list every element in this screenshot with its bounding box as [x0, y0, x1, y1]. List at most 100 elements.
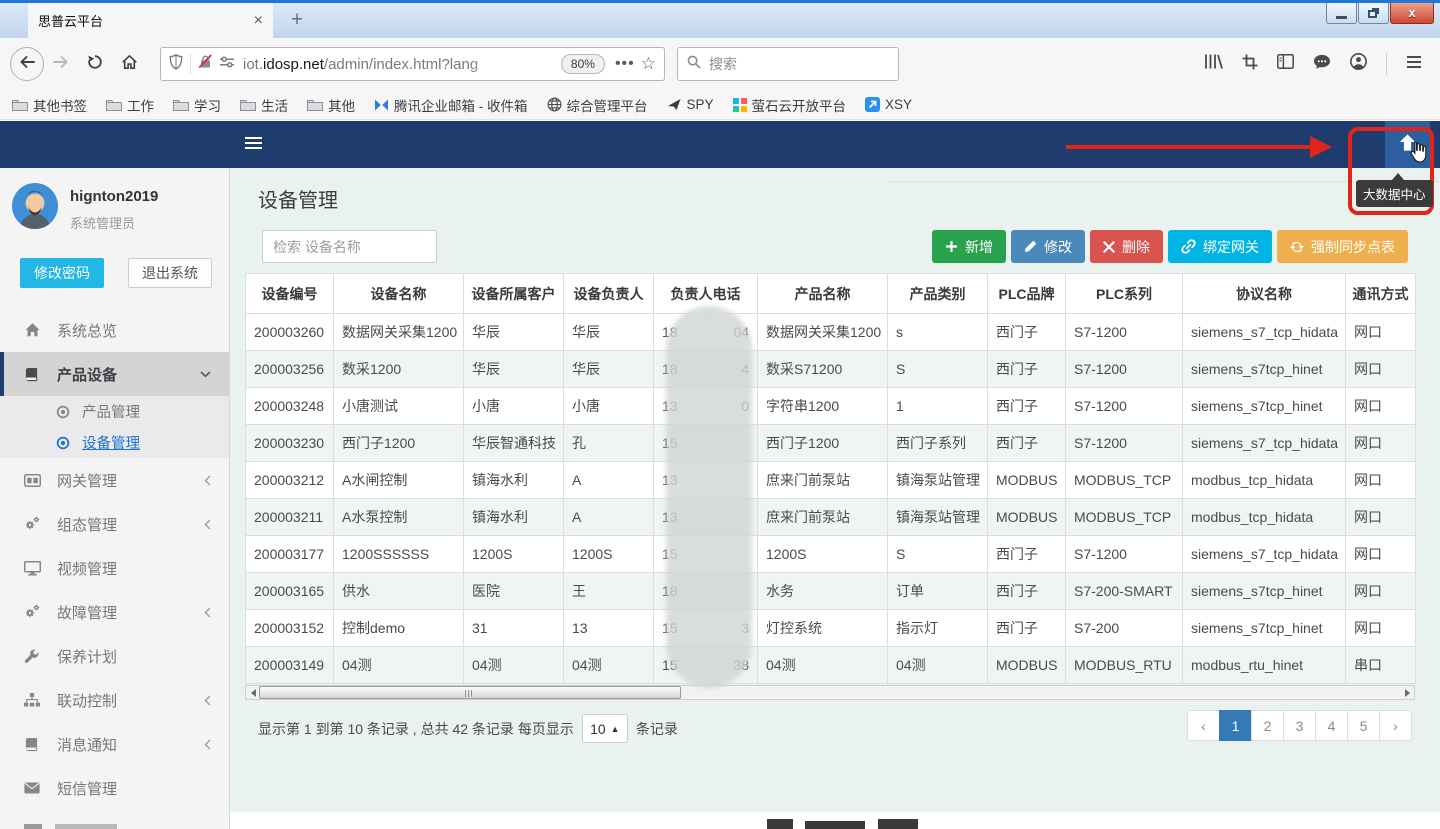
tab-close-icon[interactable]: ×	[254, 12, 263, 30]
column-header[interactable]: 设备所属客户	[464, 274, 564, 314]
sidebar-item-sms-management[interactable]: 短信管理	[0, 766, 229, 810]
url-bar[interactable]: iot.idosp.net/admin/index.html?lang 80% …	[160, 47, 665, 81]
sidebar-item-product-device[interactable]: 产品设备	[0, 352, 229, 396]
add-button[interactable]: 新增	[932, 230, 1006, 263]
screenshot-icon[interactable]	[1242, 54, 1258, 75]
home-icon	[24, 322, 44, 338]
bookmark-work[interactable]: 工作	[106, 95, 154, 115]
reload-button[interactable]	[78, 47, 112, 81]
pager-prev[interactable]: ‹	[1187, 710, 1220, 741]
bookmark-ys7-open-platform[interactable]: 萤石云开放平台	[733, 95, 847, 115]
change-password-button[interactable]: 修改密码	[20, 258, 104, 288]
column-header[interactable]: 产品名称	[758, 274, 888, 314]
sidebar-toggle-button[interactable]	[245, 137, 262, 152]
table-cell: 200003152	[246, 610, 334, 647]
pager-page-1[interactable]: 1	[1219, 710, 1252, 741]
table-row[interactable]: 200003248小唐测试小唐小唐130字符串12001西门子S7-1200si…	[246, 388, 1416, 425]
forward-button[interactable]	[44, 47, 78, 81]
table-cell: 订单	[888, 573, 988, 610]
column-header[interactable]: 设备名称	[334, 274, 464, 314]
bookmark-other[interactable]: 其他	[307, 95, 355, 115]
sidebar-item-system-overview[interactable]: 系统总览	[0, 308, 229, 352]
insecure-lock-icon[interactable]	[198, 54, 213, 74]
window-restore-button[interactable]	[1358, 3, 1389, 24]
ys7-icon	[733, 98, 747, 112]
force-sync-button[interactable]: 强制同步点表	[1277, 230, 1408, 263]
sidebar-item-config-management[interactable]: 组态管理	[0, 502, 229, 546]
avatar[interactable]	[12, 183, 58, 234]
new-tab-button[interactable]: +	[283, 7, 311, 35]
sidebar-item-label: 视频管理	[57, 558, 117, 579]
logout-button[interactable]: 退出系统	[128, 258, 212, 288]
window-close-button[interactable]: x	[1390, 3, 1434, 24]
bookmark-spy[interactable]: SPY	[667, 97, 714, 112]
column-header[interactable]: 协议名称	[1183, 274, 1346, 314]
back-button[interactable]	[10, 47, 44, 81]
account-icon[interactable]	[1350, 53, 1367, 75]
sidebar-item-product-management[interactable]: 产品管理	[0, 396, 229, 427]
table-row[interactable]: 200003260数据网关采集1200华辰华辰1804数据网关采集1200s西门…	[246, 314, 1416, 351]
table-row[interactable]: 200003165供水医院王18水务订单西门子S7-200-SMARTsieme…	[246, 573, 1416, 610]
shield-icon[interactable]	[169, 54, 183, 75]
table-row[interactable]: 200003212A水闸控制镇海水利A13庶来门前泵站镇海泵站管理MODBUSM…	[246, 462, 1416, 499]
column-header[interactable]: 通讯方式	[1346, 274, 1416, 314]
bookmark-study[interactable]: 学习	[173, 95, 221, 115]
browser-tab[interactable]: 思普云平台 ×	[28, 3, 273, 38]
sidebars-icon[interactable]	[1277, 54, 1294, 74]
table-header: 设备编号设备名称设备所属客户设备负责人负责人电话产品名称产品类别PLC品牌PLC…	[246, 274, 1416, 314]
cross-icon	[1103, 241, 1115, 253]
table-row[interactable]: 200003230西门子1200华辰智通科技孔15西门子1200西门子系列西门子…	[246, 425, 1416, 462]
sidebar-item-linkage-control[interactable]: 联动控制	[0, 678, 229, 722]
sidebar-item-video-management[interactable]: 视频管理	[0, 546, 229, 590]
pager-page-4[interactable]: 4	[1315, 710, 1348, 741]
column-header[interactable]: 设备编号	[246, 274, 334, 314]
scroll-left-icon[interactable]	[246, 686, 260, 699]
bookmark-tencent-mail[interactable]: 腾讯企业邮箱 - 收件箱	[374, 95, 528, 115]
messenger-icon[interactable]	[1313, 54, 1331, 75]
browser-search[interactable]	[677, 47, 899, 81]
zoom-indicator[interactable]: 80%	[561, 54, 605, 74]
sidebar-item-device-management[interactable]: 设备管理	[0, 427, 229, 458]
bookmark-star-icon[interactable]: ☆	[641, 54, 656, 74]
pager-page-3[interactable]: 3	[1283, 710, 1316, 741]
column-header[interactable]: 设备负责人	[564, 274, 654, 314]
table-cell: 13	[564, 610, 654, 647]
bind-gateway-button[interactable]: 绑定网关	[1168, 230, 1272, 263]
scroll-right-icon[interactable]	[1400, 686, 1414, 699]
library-icon[interactable]	[1204, 53, 1223, 75]
browser-search-input[interactable]	[709, 56, 869, 72]
bookmark-other-bookmarks[interactable]: 其他书签	[12, 95, 87, 115]
table-row[interactable]: 200003211A水泵控制镇海水利A13庶来门前泵站镇海泵站管理MODBUSM…	[246, 499, 1416, 536]
sidebar-item-gateway-management[interactable]: 网关管理	[0, 458, 229, 502]
bookmark-integrated-platform[interactable]: 综合管理平台	[547, 95, 648, 115]
table-row[interactable]: 2000031771200SSSSSS1200S1200S151200SS西门子…	[246, 536, 1416, 573]
device-search-input[interactable]	[262, 230, 437, 263]
sidebar-item-maintenance-plan[interactable]: 保养计划	[0, 634, 229, 678]
table-cell: 镇海水利	[464, 499, 564, 536]
table-row[interactable]: 200003152控制demo3113153灯控系统指示灯西门子S7-200si…	[246, 610, 1416, 647]
pager-next[interactable]: ›	[1379, 710, 1412, 741]
delete-button[interactable]: 删除	[1090, 230, 1163, 263]
sidebar-item-fault-management[interactable]: 故障管理	[0, 590, 229, 634]
column-header[interactable]: 产品类别	[888, 274, 988, 314]
pager-page-5[interactable]: 5	[1347, 710, 1380, 741]
pager-page-2[interactable]: 2	[1251, 710, 1284, 741]
bookmark-life[interactable]: 生活	[240, 95, 288, 115]
sidebar-item-message-notification[interactable]: 消息通知	[0, 722, 229, 766]
permissions-icon[interactable]	[219, 55, 235, 74]
window-minimize-button[interactable]	[1326, 3, 1357, 24]
column-header[interactable]: PLC系列	[1066, 274, 1183, 314]
url-fade	[469, 50, 514, 78]
column-header[interactable]: PLC品牌	[988, 274, 1066, 314]
menu-icon[interactable]	[1406, 55, 1422, 74]
horizontal-scrollbar[interactable]	[245, 685, 1415, 700]
page-size-select[interactable]: 10 ▲	[582, 714, 628, 743]
edit-button[interactable]: 修改	[1011, 230, 1085, 263]
table-row[interactable]: 200003256数采1200华辰华辰184数采S71200S西门子S7-120…	[246, 351, 1416, 388]
page-actions-icon[interactable]: •••	[615, 55, 635, 73]
table-cell: MODBUS_TCP	[1066, 499, 1183, 536]
home-button[interactable]	[112, 47, 146, 81]
scrollbar-thumb[interactable]	[259, 686, 681, 699]
table-row[interactable]: 20000314904测04测04测153804测04测MODBUSMODBUS…	[246, 647, 1416, 684]
bookmark-xsy[interactable]: XSY	[865, 97, 912, 112]
